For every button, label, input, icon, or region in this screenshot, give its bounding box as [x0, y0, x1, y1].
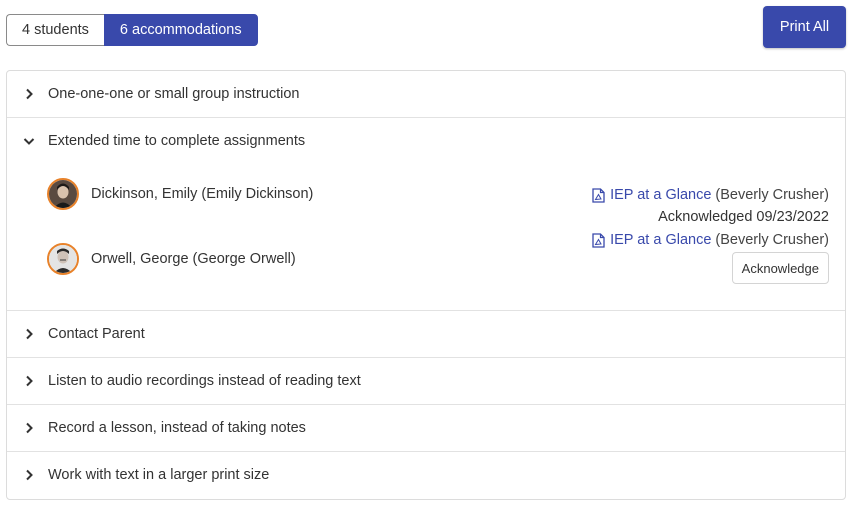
accordion-item: Work with text in a larger print size	[7, 452, 845, 498]
student-row: Orwell, George (George Orwell) IEP at a …	[47, 232, 829, 284]
accordion-item: One-one-one or small group instruction	[7, 71, 845, 118]
accordion-title: One-one-one or small group instruction	[48, 86, 300, 102]
accordion-item: Record a lesson, instead of taking notes	[7, 405, 845, 452]
accordion-title: Extended time to complete assignments	[48, 133, 306, 149]
accordion-title: Record a lesson, instead of taking notes	[48, 420, 306, 436]
student-name: Dickinson, Emily (Emily Dickinson)	[91, 186, 314, 202]
accommodations-accordion: One-one-one or small group instruction E…	[6, 70, 846, 500]
accordion-header[interactable]: Work with text in a larger print size	[7, 452, 845, 498]
avatar	[47, 243, 79, 275]
chevron-down-icon	[23, 135, 35, 147]
acknowledge-button[interactable]: Acknowledge	[731, 252, 829, 284]
students-view-button[interactable]: 4 students	[6, 14, 104, 46]
accordion-header[interactable]: Contact Parent	[7, 311, 845, 357]
chevron-right-icon	[23, 375, 35, 387]
accordion-item: Listen to audio recordings instead of re…	[7, 358, 845, 405]
student-row: Dickinson, Emily (Emily Dickinson) IEP a…	[47, 178, 829, 225]
accordion-header[interactable]: Extended time to complete assignments	[7, 118, 845, 164]
accommodations-view-button[interactable]: 6 accommodations	[103, 14, 258, 46]
view-toggle: 4 students 6 accommodations	[6, 14, 258, 46]
accordion-header[interactable]: Record a lesson, instead of taking notes	[7, 405, 845, 451]
accordion-item: Contact Parent	[7, 311, 845, 358]
student-doc-info: IEP at a Glance (Beverly Crusher) Acknow…	[592, 229, 829, 284]
document-author: (Beverly Crusher)	[715, 232, 829, 248]
avatar	[47, 178, 79, 210]
print-all-button[interactable]: Print All	[763, 6, 846, 48]
chevron-right-icon	[23, 328, 35, 340]
iep-document-link[interactable]: IEP at a Glance	[610, 187, 711, 203]
accordion-title: Listen to audio recordings instead of re…	[48, 373, 361, 389]
accordion-title: Work with text in a larger print size	[48, 467, 270, 483]
student-name: Orwell, George (George Orwell)	[91, 251, 296, 267]
document-author: (Beverly Crusher)	[715, 187, 829, 203]
chevron-right-icon	[23, 469, 35, 481]
accordion-title: Contact Parent	[48, 326, 145, 342]
accordion-header[interactable]: Listen to audio recordings instead of re…	[7, 358, 845, 404]
chevron-right-icon	[23, 88, 35, 100]
accordion-header[interactable]: One-one-one or small group instruction	[7, 71, 845, 117]
pdf-file-icon	[592, 187, 605, 203]
iep-document-link[interactable]: IEP at a Glance	[610, 232, 711, 248]
accordion-body: Dickinson, Emily (Emily Dickinson) IEP a…	[7, 164, 845, 310]
student-doc-info: IEP at a Glance (Beverly Crusher) Acknow…	[592, 184, 829, 228]
chevron-right-icon	[23, 422, 35, 434]
pdf-file-icon	[592, 232, 605, 248]
acknowledged-status: Acknowledged 09/23/2022	[658, 209, 829, 225]
accordion-item: Extended time to complete assignments Di…	[7, 118, 845, 311]
